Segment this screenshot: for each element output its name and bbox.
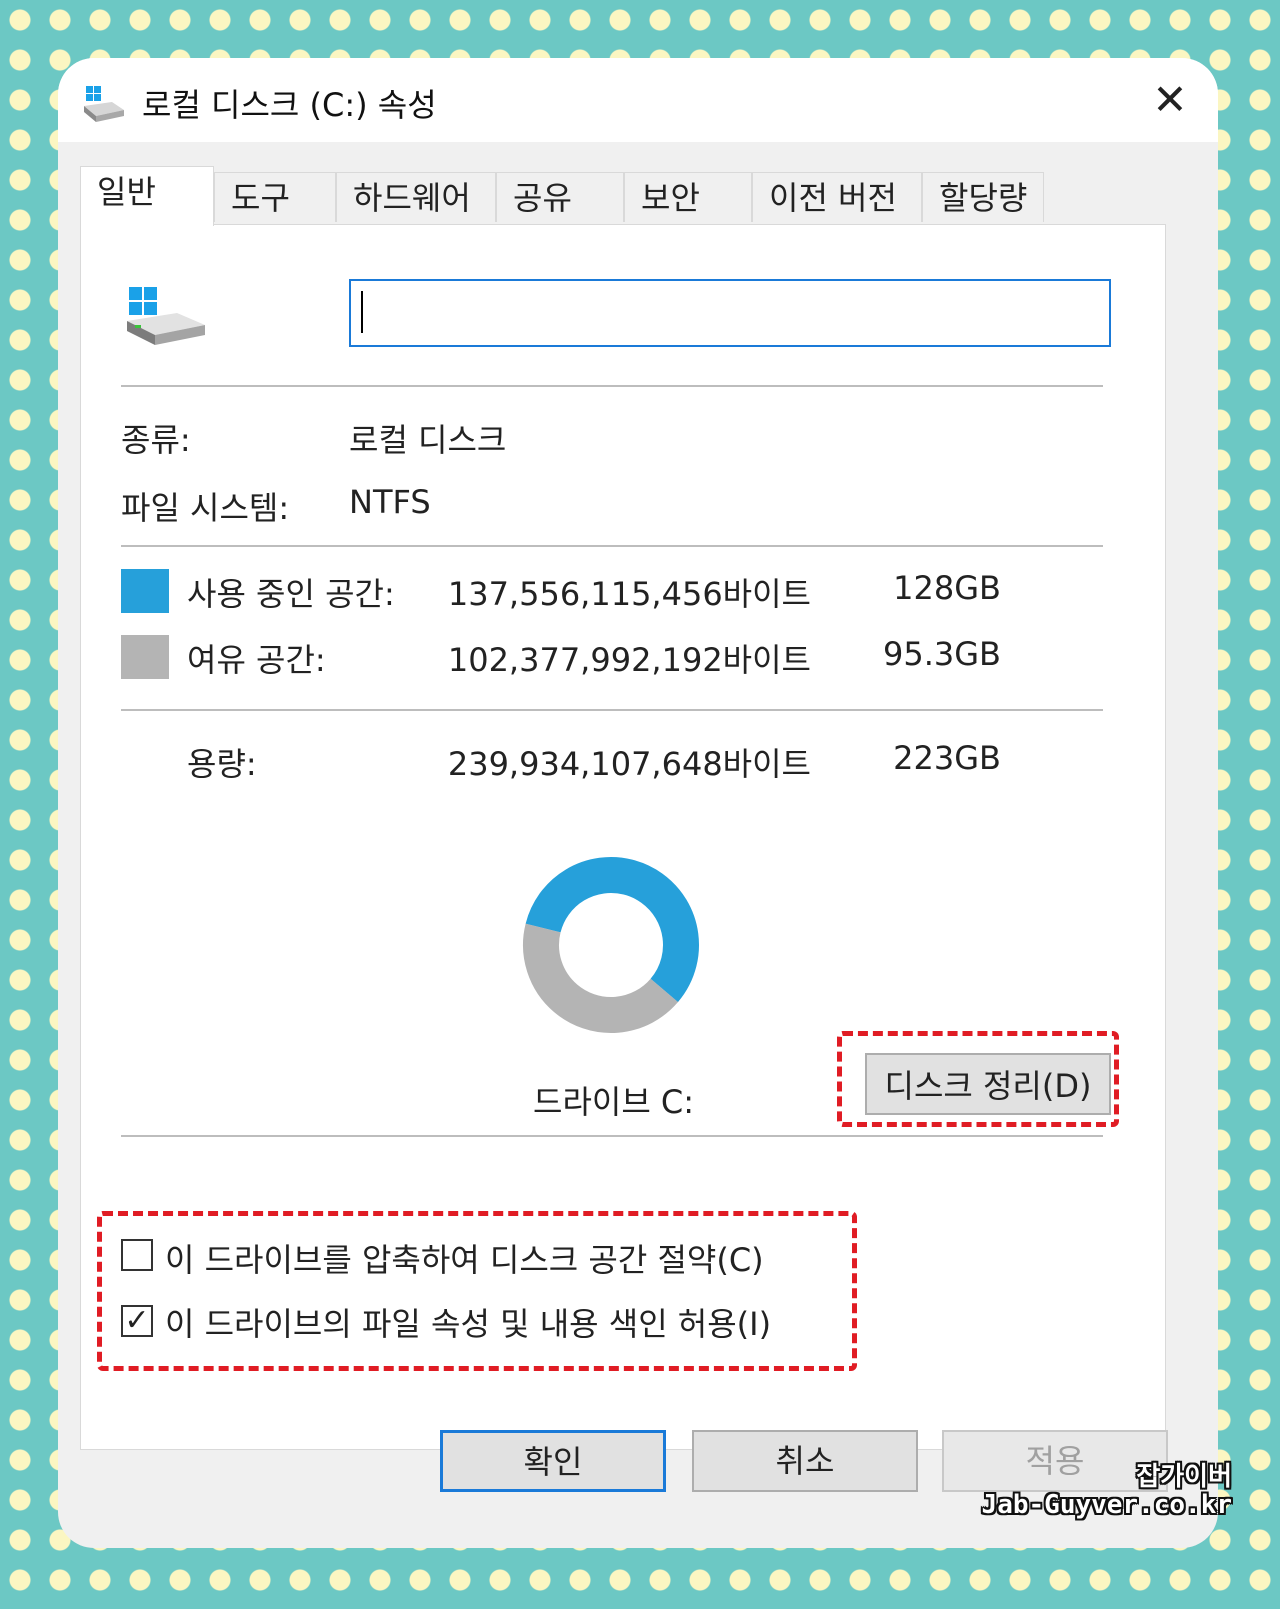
close-icon: ✕ — [1152, 75, 1188, 124]
tab-bar: 일반 도구 하드웨어 공유 보안 이전 버전 할당량 — [80, 166, 1130, 226]
ok-button[interactable]: 확인 — [440, 1430, 666, 1492]
text-caret — [361, 291, 363, 333]
type-value: 로컬 디스크 — [349, 421, 507, 459]
free-space-swatch — [121, 635, 169, 679]
separator — [121, 709, 1103, 711]
watermark-title: 잡가이버 — [1136, 1462, 1232, 1492]
separator — [121, 385, 1103, 387]
free-space-bytes: 102,377,992,192바이트 — [447, 641, 811, 679]
capacity-size: 223GB — [893, 739, 1001, 777]
compress-checkbox-label: 이 드라이브를 압축하여 디스크 공간 절약(C) — [165, 1241, 764, 1279]
used-space-bytes: 137,556,115,456바이트 — [447, 575, 811, 613]
index-checkbox[interactable]: ✓ — [121, 1305, 153, 1337]
used-space-size: 128GB — [893, 569, 1001, 607]
used-space-swatch — [121, 569, 169, 613]
watermark-url: Jab-Guyver.co.kr — [981, 1490, 1232, 1520]
title-bar[interactable]: 로컬 디스크 (C:) 속성 ✕ — [58, 58, 1218, 142]
disk-usage-donut-chart — [523, 857, 699, 1033]
drive-icon — [84, 86, 124, 122]
free-space-label: 여유 공간: — [187, 641, 326, 679]
filesystem-value: NTFS — [349, 483, 431, 521]
tab-previous-versions[interactable]: 이전 버전 — [752, 172, 922, 222]
tab-general[interactable]: 일반 — [80, 166, 214, 226]
tab-hardware[interactable]: 하드웨어 — [336, 172, 496, 222]
compress-checkbox[interactable] — [121, 1239, 153, 1271]
cancel-button[interactable]: 취소 — [692, 1430, 918, 1492]
disk-cleanup-button[interactable]: 디스크 정리(D) — [865, 1053, 1111, 1115]
drive-label: 드라이브 C: — [533, 1083, 695, 1121]
used-space-label: 사용 중인 공간: — [187, 575, 395, 613]
checkmark-icon: ✓ — [124, 1303, 150, 1338]
free-space-size: 95.3GB — [883, 635, 1001, 673]
capacity-label: 용량: — [187, 745, 257, 783]
close-button[interactable]: ✕ — [1146, 76, 1194, 124]
capacity-bytes: 239,934,107,648바이트 — [447, 745, 811, 783]
index-checkbox-label: 이 드라이브의 파일 속성 및 내용 색인 허용(I) — [165, 1305, 772, 1343]
tab-sharing[interactable]: 공유 — [496, 172, 624, 222]
type-label: 종류: — [121, 421, 191, 459]
filesystem-label: 파일 시스템: — [121, 489, 290, 527]
general-panel: 종류: 로컬 디스크 파일 시스템: NTFS 사용 중인 공간: 137,55… — [80, 224, 1166, 1450]
tab-tools[interactable]: 도구 — [214, 172, 336, 222]
properties-dialog: 로컬 디스크 (C:) 속성 ✕ 일반 도구 하드웨어 공유 보안 이전 버전 … — [58, 58, 1218, 1548]
tab-quota[interactable]: 할당량 — [922, 172, 1044, 222]
drive-large-icon — [127, 287, 205, 345]
volume-name-input[interactable] — [349, 279, 1111, 347]
separator — [121, 1135, 1103, 1137]
tab-security[interactable]: 보안 — [624, 172, 752, 222]
separator — [121, 545, 1103, 547]
window-title: 로컬 디스크 (C:) 속성 — [142, 86, 437, 124]
apply-button[interactable]: 적용 — [942, 1430, 1168, 1492]
